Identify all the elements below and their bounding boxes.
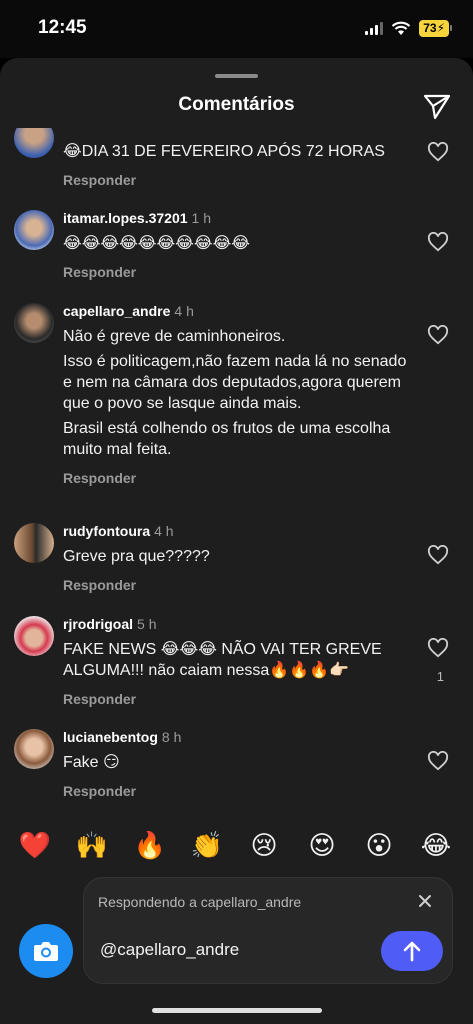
emoji-heart-button[interactable]: ❤️ xyxy=(15,825,55,865)
reply-button[interactable]: Responder xyxy=(63,577,408,593)
emoji-surprised-button[interactable]: 😮 xyxy=(359,825,399,865)
status-icons: 73⚡ xyxy=(365,20,452,37)
comment-header: capellaro_andre 4 h xyxy=(63,303,408,322)
replying-to-label: Respondendo a capellaro_andre xyxy=(98,894,302,910)
emoji-fire-button[interactable]: 🔥 xyxy=(130,825,170,865)
emoji-crying-button[interactable]: 😢 xyxy=(244,825,284,865)
heart-outline-icon[interactable] xyxy=(427,325,449,345)
emoji-heart-eyes-button[interactable]: 😍 xyxy=(302,825,342,865)
comment-text: Greve pra que????? xyxy=(63,546,408,567)
emoji-laughing-button[interactable]: 😂 xyxy=(416,825,456,865)
cellular-signal-icon xyxy=(365,22,384,35)
comment-username[interactable]: capellaro_andre xyxy=(63,303,170,319)
comment-header: rjrodrigoal 5 h xyxy=(63,616,408,635)
comment-line: Não é greve de caminhoneiros. xyxy=(63,328,286,345)
reply-composer: Respondendo a capellaro_andre @capellaro… xyxy=(83,877,453,984)
comment-text: Não é greve de caminhoneiros. Isso é pol… xyxy=(63,326,408,460)
avatar[interactable] xyxy=(14,616,54,656)
camera-button[interactable] xyxy=(19,924,73,978)
comment-line: FAKE NEWS 😂😂😂 NÃO VAI TER GREVE ALGUMA!!… xyxy=(63,641,382,679)
comment-username[interactable]: rjrodrigoal xyxy=(63,616,133,632)
wifi-icon xyxy=(391,21,411,35)
avatar[interactable] xyxy=(14,128,54,158)
comment-header: itamar.lopes.37201 1 h xyxy=(63,210,408,229)
reply-button[interactable]: Responder xyxy=(63,264,408,280)
post-comment-button[interactable] xyxy=(381,931,443,971)
comment-username[interactable]: itamar.lopes.37201 xyxy=(63,210,188,226)
comment-time: 5 h xyxy=(137,616,157,632)
sheet-title: Comentários xyxy=(178,94,295,115)
reply-button[interactable]: Responder xyxy=(63,172,408,188)
reply-button[interactable]: Responder xyxy=(63,470,408,486)
heart-outline-icon[interactable] xyxy=(427,751,449,771)
home-indicator[interactable] xyxy=(152,1008,322,1013)
comment-line: Fake 😏 xyxy=(63,754,120,771)
comment-text: 😂DIA 31 DE FEVEREIRO APÓS 72 HORAS xyxy=(63,141,408,162)
battery-level: 73 xyxy=(423,21,437,35)
comment-time: 4 h xyxy=(154,523,174,539)
camera-icon xyxy=(34,942,58,961)
comment-line: Brasil está colhendo os frutos de uma es… xyxy=(63,420,391,458)
comment-header: rudyfontoura 4 h xyxy=(63,523,408,542)
status-bar: 12:45 73⚡ xyxy=(0,0,473,58)
paper-plane-icon[interactable] xyxy=(421,90,453,122)
comment-line: 😂DIA 31 DE FEVEREIRO APÓS 72 HORAS xyxy=(63,143,385,160)
comment-time: 1 h xyxy=(191,210,211,226)
heart-outline-icon[interactable] xyxy=(427,638,449,658)
heart-outline-icon[interactable] xyxy=(427,232,449,252)
arrow-up-icon xyxy=(403,941,421,962)
status-time: 12:45 xyxy=(38,17,87,38)
comment-header xyxy=(63,128,408,137)
comment-line: 😂😂😂😂😂😂😂😂😂😂 xyxy=(63,235,250,252)
comment-line: Isso é politicagem,não fazem nada lá no … xyxy=(63,353,407,412)
comment-header: lucianebentog 8 h xyxy=(63,729,408,748)
comment-username[interactable]: rudyfontoura xyxy=(63,523,150,539)
comment-line: Greve pra que????? xyxy=(63,548,210,565)
battery-indicator: 73⚡ xyxy=(419,20,452,37)
comment-list[interactable]: 😂DIA 31 DE FEVEREIRO APÓS 72 HORAS Respo… xyxy=(0,128,473,873)
comment-text: 😂😂😂😂😂😂😂😂😂😂 xyxy=(63,233,408,254)
comment-text: FAKE NEWS 😂😂😂 NÃO VAI TER GREVE ALGUMA!!… xyxy=(63,639,408,681)
emoji-quick-bar: ❤️ 🙌 🔥 👏 😢 😍 😮 😂 xyxy=(0,825,473,865)
sheet-header: Comentários xyxy=(0,88,473,124)
comment-time: 4 h xyxy=(174,303,194,319)
avatar[interactable] xyxy=(14,210,54,250)
comment-text: Fake 😏 xyxy=(63,752,408,773)
emoji-clap-button[interactable]: 👏 xyxy=(187,825,227,865)
heart-outline-icon[interactable] xyxy=(427,142,449,162)
drag-handle[interactable] xyxy=(215,74,258,78)
comment-username[interactable]: lucianebentog xyxy=(63,729,158,745)
like-count: 1 xyxy=(436,669,444,684)
reply-button[interactable]: Responder xyxy=(63,691,408,707)
avatar[interactable] xyxy=(14,303,54,343)
avatar[interactable] xyxy=(14,523,54,563)
comment-input[interactable]: @capellaro_andre xyxy=(100,940,239,960)
heart-outline-icon[interactable] xyxy=(427,545,449,565)
emoji-raised-hands-button[interactable]: 🙌 xyxy=(72,825,112,865)
avatar[interactable] xyxy=(14,729,54,769)
close-icon[interactable] xyxy=(416,892,434,910)
reply-button[interactable]: Responder xyxy=(63,783,408,799)
comment-time: 8 h xyxy=(161,729,182,745)
